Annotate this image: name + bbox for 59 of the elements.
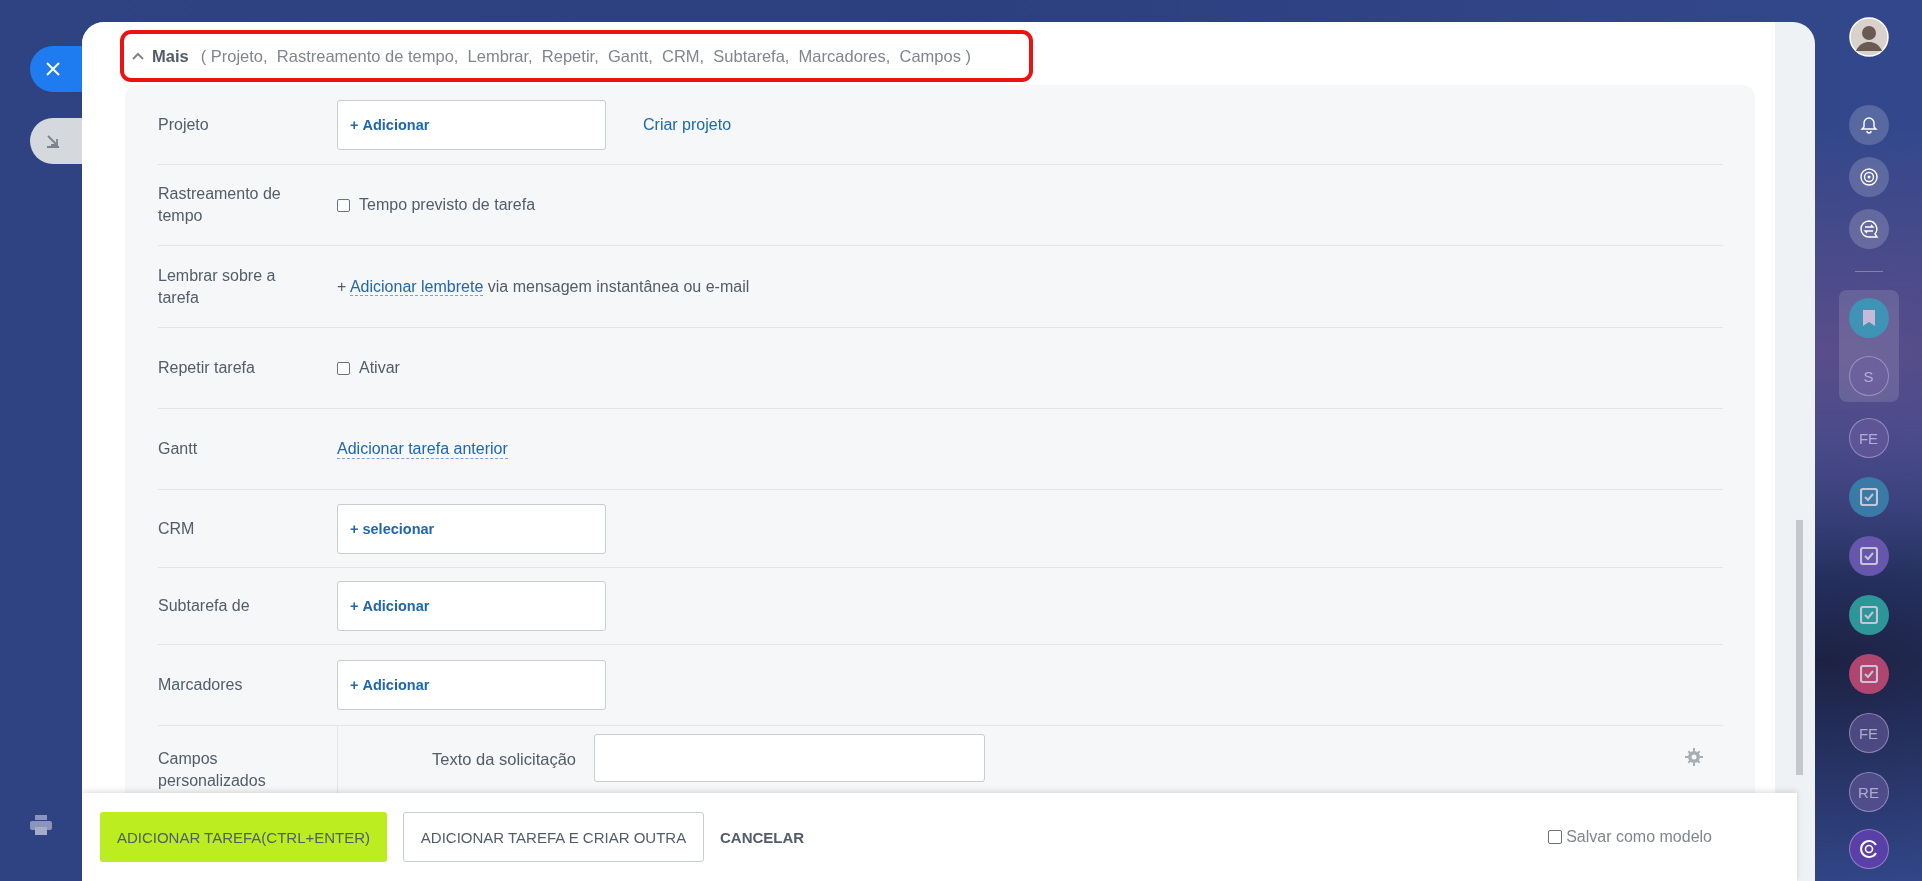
field-label: CRM [158, 518, 196, 539]
caret-icon[interactable] [132, 52, 144, 60]
add-button[interactable]: + selecionar [337, 503, 606, 554]
field-label: Gantt [158, 439, 199, 459]
bell-icon[interactable] [1857, 114, 1880, 136]
cancel-button[interactable]: CANCELAR [712, 820, 813, 854]
checkbox-label: Tempo previsto de tarefa [359, 196, 536, 214]
task-chat[interactable] [1848, 595, 1889, 635]
copilot-button[interactable] [1848, 829, 1889, 869]
more-summary: ( Projeto, Rastreamento de tempo, Lembrar, Repetir, Gantt, CRM, Subtarefa, Marcadores, Campos ) [200, 46, 971, 66]
field-label: Lembrar sobre a tarefa [158, 265, 277, 308]
checkbox[interactable] [337, 361, 350, 375]
more-toggle[interactable]: Mais [152, 46, 189, 66]
bell-button[interactable] [1848, 105, 1889, 145]
arrow-icon[interactable] [46, 134, 60, 148]
avatar-icon[interactable] [1848, 17, 1889, 57]
close-button[interactable] [30, 46, 82, 92]
checkbox-icon [1859, 488, 1878, 506]
checkbox-icon [1859, 606, 1878, 624]
task-chat[interactable] [1848, 654, 1889, 694]
print-icon[interactable] [30, 815, 52, 835]
reminder-text: + Adicionar lembrete via mensagem instantânea ou e-mail [337, 277, 750, 296]
close-icon[interactable] [46, 62, 60, 76]
field-label: Repetir tarefa [158, 358, 256, 378]
field-label: Marcadores [158, 675, 244, 695]
checkbox[interactable] [337, 198, 350, 212]
checkbox[interactable] [1548, 830, 1563, 844]
chat-initials[interactable]: FE [1848, 418, 1889, 458]
add-reminder-link[interactable]: Adicionar lembrete [349, 277, 484, 296]
checkbox-label: Salvar como modelo [1566, 828, 1712, 846]
minimize-button[interactable] [30, 118, 82, 164]
chat-initials[interactable]: FE [1848, 713, 1889, 753]
scrollbar-thumb[interactable] [1796, 520, 1803, 775]
chat-swap-icon[interactable] [1857, 218, 1880, 240]
chat-swap-button[interactable] [1848, 209, 1889, 249]
target-button[interactable] [1848, 157, 1889, 197]
bookmark-icon [1861, 310, 1876, 326]
field-label: Subtarefa de [158, 596, 251, 616]
add-predecessor-link[interactable]: Adicionar tarefa anterior [337, 439, 508, 459]
bookmark-chat[interactable] [1848, 298, 1889, 338]
chat-initials[interactable]: RE [1848, 772, 1889, 812]
add-and-create-button[interactable]: ADICIONAR TAREFA E CRIAR OUTRA [403, 812, 704, 862]
add-button[interactable]: + Adicionar [337, 581, 606, 631]
field-label: Texto da solicitação [431, 749, 576, 769]
create-link[interactable]: Criar projeto [643, 115, 732, 134]
field-label: Campos personalizados [158, 749, 267, 791]
task-chat[interactable] [1848, 477, 1889, 517]
field-label: Projeto [158, 114, 210, 135]
add-button[interactable]: + Adicionar [337, 660, 606, 710]
add-button[interactable]: + Adicionar [337, 99, 606, 150]
field-label: Rastreamento de tempo [158, 184, 282, 226]
spiral-icon[interactable] [1857, 838, 1880, 860]
input-field[interactable] [594, 734, 985, 782]
add-task-button[interactable]: ADICIONAR TAREFA(CTRL+ENTER) [100, 812, 387, 862]
target-icon[interactable] [1857, 166, 1880, 188]
checkbox-label: Ativar [359, 359, 400, 377]
checkbox-icon [1859, 665, 1878, 683]
checkbox-icon [1859, 547, 1878, 565]
task-chat[interactable] [1848, 536, 1889, 576]
